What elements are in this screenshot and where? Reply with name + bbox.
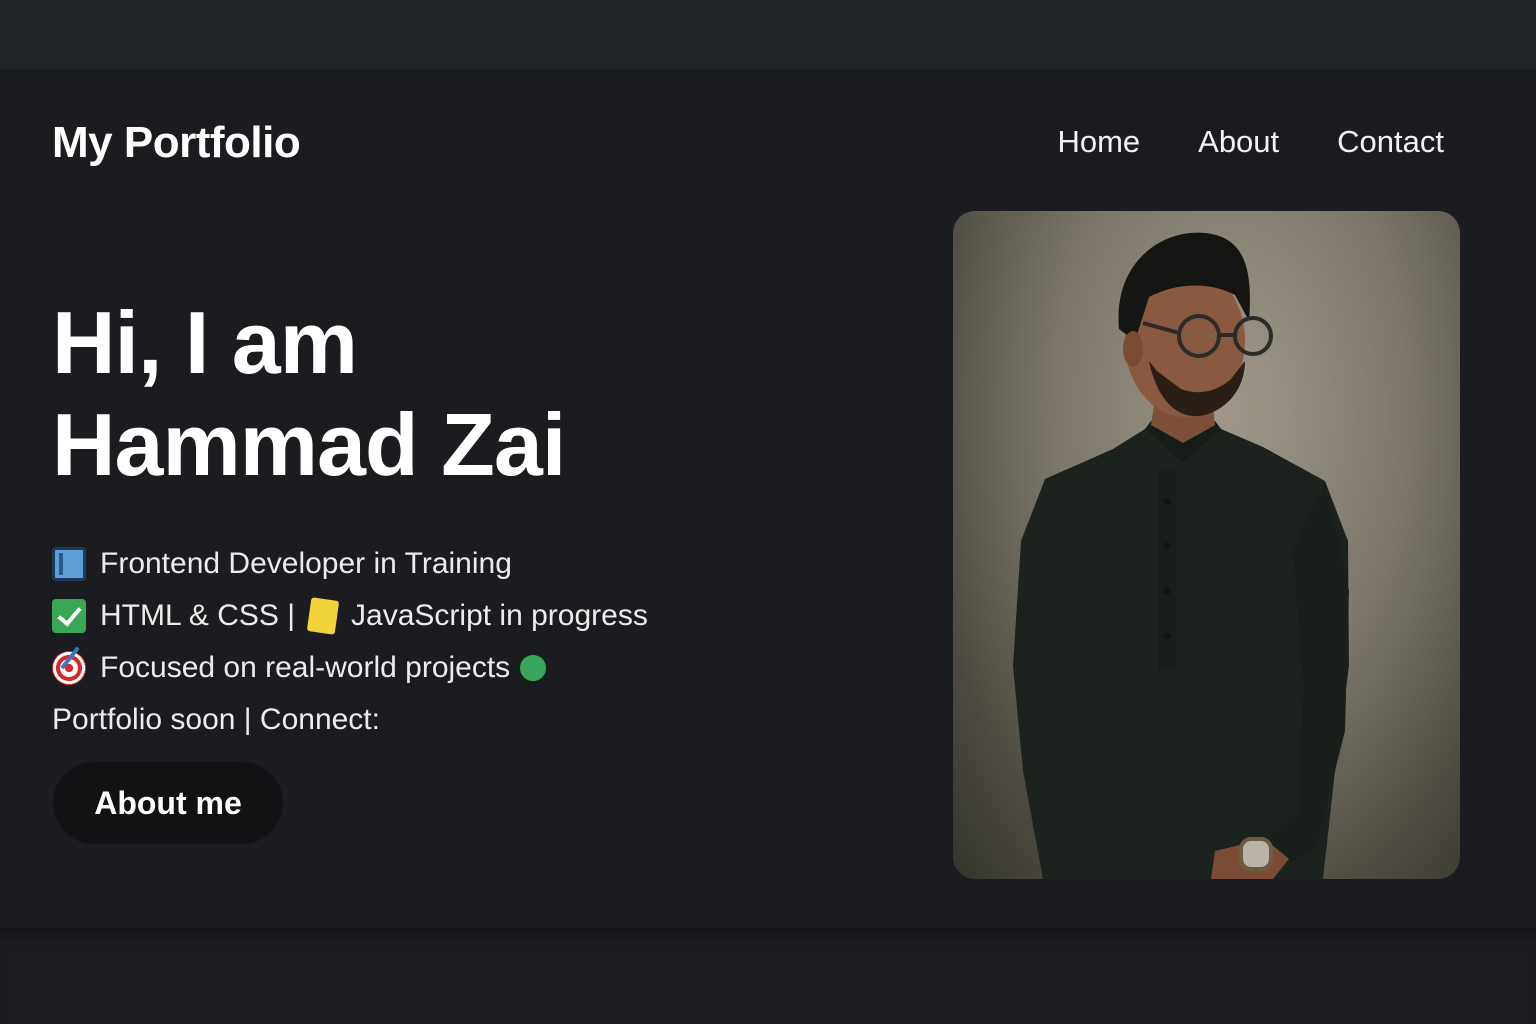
green-circle-icon <box>518 653 549 683</box>
hero-title-line-1: Hi, I am <box>52 293 358 392</box>
nav-contact[interactable]: Contact <box>1337 122 1444 162</box>
check-mark-icon <box>52 599 86 633</box>
about-me-button[interactable]: About me <box>53 762 283 844</box>
top-band <box>0 0 1536 70</box>
book-icon <box>52 547 86 581</box>
bullet-text: JavaScript in progress <box>351 599 648 632</box>
nav-home[interactable]: Home <box>1057 122 1140 162</box>
connect-text: Portfolio soon | Connect: <box>52 703 380 736</box>
main-nav: Home About Contact <box>1057 122 1444 162</box>
portrait-illustration <box>1013 232 1349 879</box>
bullet-text: HTML & CSS | <box>100 599 296 632</box>
brand-logo[interactable]: My Portfolio <box>52 116 301 170</box>
list-item: Frontend Developer in Training <box>52 538 648 590</box>
list-item: Focused on real-world projects <box>52 642 648 694</box>
target-icon <box>52 651 86 685</box>
hero-title: Hi, I am Hammad Zai <box>52 292 566 496</box>
hero-title-line-2: Hammad Zai <box>52 395 566 494</box>
bottom-band <box>0 928 1536 1024</box>
nav-about[interactable]: About <box>1198 122 1279 162</box>
bullet-text: Focused on real-world projects <box>100 651 511 684</box>
portfolio-page: My Portfolio Home About Contact Hi, I am… <box>0 70 1536 928</box>
intro-list: Frontend Developer in Training HTML & CS… <box>52 538 648 746</box>
profile-photo <box>953 211 1460 879</box>
list-item: Portfolio soon | Connect: <box>52 694 648 746</box>
javascript-icon <box>306 597 340 635</box>
list-item: HTML & CSS | JavaScript in progress <box>52 590 648 642</box>
bullet-text: Frontend Developer in Training <box>100 547 512 580</box>
